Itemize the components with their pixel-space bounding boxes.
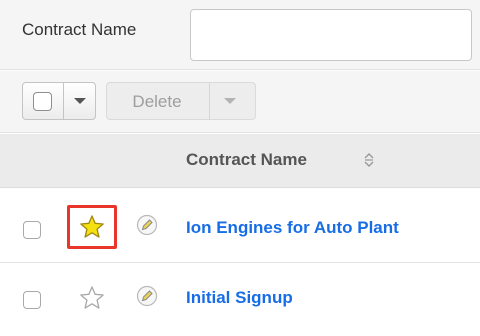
delete-button-label: Delete bbox=[132, 92, 182, 111]
sort-icon[interactable] bbox=[363, 152, 375, 168]
record-link[interactable]: Ion Engines for Auto Plant bbox=[186, 218, 399, 238]
divider bbox=[63, 83, 64, 119]
chevron-down-icon[interactable] bbox=[74, 98, 86, 104]
chevron-down-icon[interactable] bbox=[224, 98, 236, 104]
contract-name-filter-input[interactable] bbox=[190, 9, 472, 61]
row-checkbox[interactable] bbox=[23, 221, 41, 239]
edit-pencil-icon[interactable] bbox=[136, 285, 158, 307]
filter-label: Contract Name bbox=[22, 20, 137, 39]
column-header-contract-name[interactable]: Contract Name bbox=[186, 150, 307, 170]
row-checkbox[interactable] bbox=[23, 291, 41, 309]
favorite-star-icon[interactable] bbox=[79, 285, 105, 311]
edit-pencil-icon[interactable] bbox=[136, 214, 158, 236]
select-all-checkbox[interactable] bbox=[33, 92, 52, 111]
favorite-highlight-box bbox=[67, 205, 117, 249]
divider bbox=[209, 83, 210, 119]
delete-button[interactable]: Delete bbox=[106, 82, 256, 120]
select-all-dropdown[interactable] bbox=[22, 82, 96, 120]
record-link[interactable]: Initial Signup bbox=[186, 288, 293, 308]
